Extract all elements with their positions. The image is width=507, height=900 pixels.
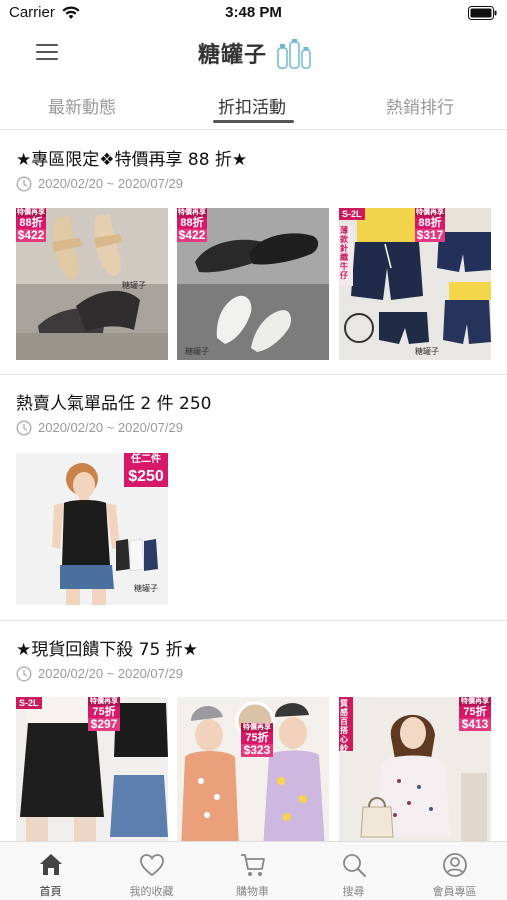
- clock-icon: [16, 666, 32, 682]
- bottom-tab-bar: 首頁 我的收藏 購物車 搜尋 會員專區: [0, 841, 507, 900]
- user-icon: [443, 853, 467, 877]
- discount-tag: 任二件 $250: [124, 453, 168, 487]
- bottles-icon: [277, 39, 311, 69]
- product-image[interactable]: 特價再享 88折 $422 糖罐子: [177, 208, 329, 360]
- product-image[interactable]: 任二件 $250 糖罐子: [16, 453, 168, 605]
- heart-icon: [140, 854, 164, 877]
- product-image[interactable]: 特價再享 75折 $323: [177, 697, 329, 841]
- product-side-label: 質感百搭心紗: [340, 699, 348, 753]
- clock-icon: [16, 420, 32, 436]
- brand-watermark: 糖罐子: [134, 584, 158, 593]
- promo-section[interactable]: ★現貨回饋下殺 75 折★ 2020/02/20 ~ 2020/07/29 S-…: [0, 621, 507, 841]
- discount-tag: 特價再享 75折 $413: [459, 697, 491, 731]
- category-tabs: 最新動態 折扣活動 熱銷排行: [0, 78, 507, 130]
- product-image[interactable]: 質感百搭心紗 特價再享 75折 $413: [339, 697, 491, 841]
- discount-tag: 特價再享 75折 $323: [241, 723, 273, 757]
- tab-bestsellers[interactable]: 熱銷排行: [386, 93, 454, 118]
- promotion-list: ★專區限定❖特價再享 88 折★ 2020/02/20 ~ 2020/07/29: [0, 131, 507, 841]
- promo-title: ★專區限定❖特價再享 88 折★: [16, 150, 248, 170]
- battery-icon: [468, 6, 497, 20]
- search-icon: [343, 854, 366, 877]
- date-range: 2020/02/20 ~ 2020/07/29: [38, 666, 183, 681]
- cart-icon: [241, 854, 265, 876]
- nav-home-label: 首頁: [39, 885, 62, 898]
- logo-text: 糖罐子: [198, 42, 268, 68]
- promo-title: 熱賣人氣單品任 2 件 250: [16, 394, 212, 414]
- tab-latest[interactable]: 最新動態: [48, 93, 116, 118]
- nav-cart-label: 購物車: [236, 885, 269, 898]
- clock-icon: [16, 176, 32, 192]
- clock-time: 3:48 PM: [225, 4, 282, 21]
- brand-watermark: 糖罐子: [415, 347, 439, 356]
- status-bar: Carrier 3:48 PM: [0, 0, 507, 28]
- nav-bar: 糖罐子: [0, 28, 507, 78]
- home-icon: [40, 854, 62, 875]
- promo-section[interactable]: 熱賣人氣單品任 2 件 250 2020/02/20 ~ 2020/07/29: [0, 375, 507, 621]
- product-image[interactable]: 特價再享 88折 $422 糖罐子: [16, 208, 168, 360]
- date-range: 2020/02/20 ~ 2020/07/29: [38, 176, 183, 191]
- nav-search-label: 搜尋: [342, 885, 365, 898]
- size-badge: S-2L: [16, 697, 42, 709]
- printed-tee-photo: [177, 697, 329, 841]
- size-badge: S-2L: [339, 208, 365, 220]
- nav-member-label: 會員專區: [432, 885, 477, 898]
- brand-watermark: 糖罐子: [185, 347, 209, 356]
- menu-icon[interactable]: [36, 42, 58, 62]
- brand-logo: 糖罐子: [198, 34, 313, 72]
- nav-home[interactable]: 首頁: [0, 842, 101, 900]
- nav-search[interactable]: 搜尋: [303, 842, 404, 900]
- brand-watermark: 糖罐子: [122, 281, 146, 290]
- tab-discounts[interactable]: 折扣活動: [218, 93, 286, 118]
- discount-tag: 特價再享 88折 $317: [415, 208, 445, 242]
- nav-favorites-label: 我的收藏: [129, 885, 174, 898]
- active-tab-indicator: [213, 120, 294, 123]
- date-range: 2020/02/20 ~ 2020/07/29: [38, 420, 183, 435]
- discount-tag: 特價再享 75折 $297: [88, 697, 120, 731]
- nav-member[interactable]: 會員專區: [404, 842, 505, 900]
- product-image[interactable]: S-2L 特價再享 75折 $297: [16, 697, 168, 841]
- nav-cart[interactable]: 購物車: [202, 842, 303, 900]
- discount-tag: 特價再享 88折 $422: [16, 208, 46, 242]
- discount-tag: 特價再享 88折 $422: [177, 208, 207, 242]
- product-side-label: 薄款針織牛仔: [340, 226, 348, 280]
- promo-section[interactable]: ★專區限定❖特價再享 88 折★ 2020/02/20 ~ 2020/07/29: [0, 131, 507, 375]
- promo-title: ★現貨回饋下殺 75 折★: [16, 640, 198, 660]
- product-image[interactable]: S-2L 特價再享 88折 $317 薄款針織牛仔 糖罐子: [339, 208, 491, 360]
- nav-favorites[interactable]: 我的收藏: [101, 842, 202, 900]
